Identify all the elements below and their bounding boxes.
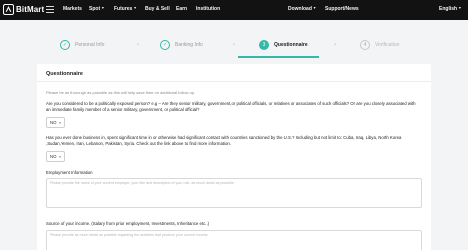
- step-label: Personal Info: [75, 42, 105, 48]
- language-label: English: [439, 6, 458, 12]
- chevron-down-icon: ▼: [58, 120, 62, 125]
- step-label: Questionnaire: [274, 42, 308, 48]
- divider: [37, 81, 431, 82]
- questionnaire-card: Questionnaire Please be as thorough as p…: [37, 64, 431, 250]
- kyc-stepper: ✓ Personal Info › ✓ Banking Info › 3 Que…: [0, 37, 468, 58]
- employment-placeholder: Please provide the name of your current …: [50, 181, 235, 185]
- chevron-down-icon: ▼: [101, 6, 105, 10]
- step-label: Verification: [375, 42, 400, 48]
- nav-download[interactable]: Download▼: [288, 6, 316, 12]
- sanctions-select[interactable]: NO ▼: [46, 151, 65, 162]
- step-questionnaire[interactable]: 3 Questionnaire: [259, 40, 308, 50]
- nav-futures-label: Futures: [114, 6, 133, 12]
- nav-markets[interactable]: Markets: [63, 6, 82, 12]
- question-sanctions: Has you ever done business in, spent sig…: [46, 135, 402, 147]
- instructions-note: Please be as thorough as possible as thi…: [46, 90, 196, 95]
- menu-icon[interactable]: [46, 6, 54, 14]
- bitmart-logo[interactable]: BitMart: [3, 4, 44, 15]
- brand-name: BitMart: [16, 5, 45, 14]
- top-nav-bar: BitMart Markets Spot▼ Futures▼ Buy & Sel…: [0, 0, 468, 20]
- nav-support[interactable]: Support/News: [325, 6, 359, 12]
- card-title: Questionnaire: [46, 71, 83, 77]
- language-selector[interactable]: English▼: [439, 6, 462, 12]
- step-number: 4: [360, 40, 370, 50]
- step-verification[interactable]: 4 Verification: [360, 40, 399, 50]
- employment-textarea[interactable]: Please provide the name of your current …: [46, 178, 422, 208]
- chevron-right-icon: ›: [137, 42, 139, 48]
- nav-download-label: Download: [288, 6, 312, 12]
- nav-earn[interactable]: Earn: [176, 6, 187, 12]
- income-label: Source of your income. (Salary from prio…: [46, 221, 210, 226]
- income-textarea[interactable]: Please provide as much detail as possibl…: [46, 230, 422, 250]
- step-personal-info[interactable]: ✓ Personal Info: [60, 40, 104, 50]
- step-banking-info[interactable]: ✓ Banking Info: [160, 40, 203, 50]
- nav-spot-label: Spot: [89, 6, 101, 12]
- nav-futures[interactable]: Futures▼: [114, 6, 137, 12]
- employment-label: Employment Information: [46, 170, 93, 175]
- nav-institution[interactable]: Institution: [196, 6, 220, 12]
- bitmart-logo-icon: [3, 4, 14, 15]
- nav-spot[interactable]: Spot▼: [89, 6, 105, 12]
- chevron-down-icon: ▼: [312, 6, 317, 10]
- step-number: 3: [259, 40, 269, 50]
- sanctions-select-value: NO: [50, 154, 57, 159]
- check-icon: ✓: [160, 40, 170, 50]
- chevron-down-icon: ▼: [133, 6, 137, 10]
- step-label: Banking Info: [175, 42, 203, 48]
- chevron-right-icon: ›: [334, 42, 336, 48]
- chevron-down-icon: ▼: [458, 6, 462, 10]
- question-pep: Are you considered to be a politically e…: [46, 101, 416, 113]
- nav-buy-sell[interactable]: Buy & Sell: [145, 6, 170, 12]
- chevron-right-icon: ›: [233, 42, 235, 48]
- pep-select[interactable]: NO ▼: [46, 117, 65, 128]
- pep-select-value: NO: [50, 120, 57, 125]
- active-step-indicator: [238, 56, 319, 58]
- chevron-down-icon: ▼: [58, 154, 62, 159]
- income-placeholder: Please provide as much detail as possibl…: [50, 233, 209, 237]
- check-icon: ✓: [60, 40, 70, 50]
